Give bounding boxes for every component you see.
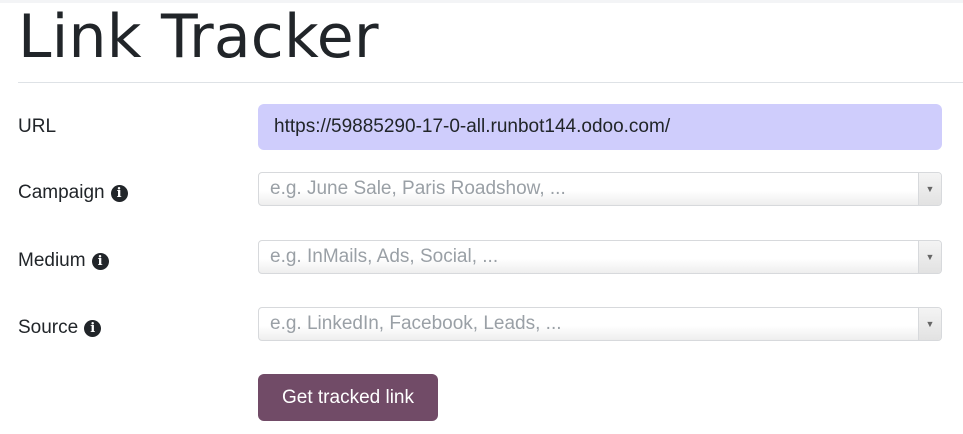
medium-label-text: Medium [18,250,86,271]
campaign-select[interactable]: e.g. June Sale, Paris Roadshow, ... ▼ [258,172,942,206]
url-input[interactable]: https://59885290-17-0-all.runbot144.odoo… [258,104,942,150]
get-tracked-link-button[interactable]: Get tracked link [258,374,438,421]
source-label: Source i [18,317,102,339]
source-select[interactable]: e.g. LinkedIn, Facebook, Leads, ... ▼ [258,307,942,341]
link-tracker-page: Link Tracker URL https://59885290-17-0-a… [0,0,963,434]
source-placeholder: e.g. LinkedIn, Facebook, Leads, ... [270,313,562,334]
campaign-dropdown-arrow-icon[interactable]: ▼ [918,173,941,205]
campaign-info-icon[interactable]: i [110,184,128,202]
medium-dropdown-arrow-icon[interactable]: ▼ [918,241,941,273]
url-label: URL [18,116,56,138]
source-label-text: Source [18,317,79,338]
page-title: Link Tracker [18,2,379,72]
medium-info-icon[interactable]: i [91,252,109,270]
campaign-label: Campaign i [18,182,128,204]
source-dropdown-arrow-icon[interactable]: ▼ [918,308,941,340]
medium-placeholder: e.g. InMails, Ads, Social, ... [270,246,499,267]
url-input-value: https://59885290-17-0-all.runbot144.odoo… [274,116,671,137]
medium-select[interactable]: e.g. InMails, Ads, Social, ... ▼ [258,240,942,274]
title-divider [18,82,963,83]
url-label-text: URL [18,116,57,137]
source-info-icon[interactable]: i [84,319,102,337]
campaign-label-text: Campaign [18,182,105,203]
medium-label: Medium i [18,250,109,272]
campaign-placeholder: e.g. June Sale, Paris Roadshow, ... [270,178,566,199]
